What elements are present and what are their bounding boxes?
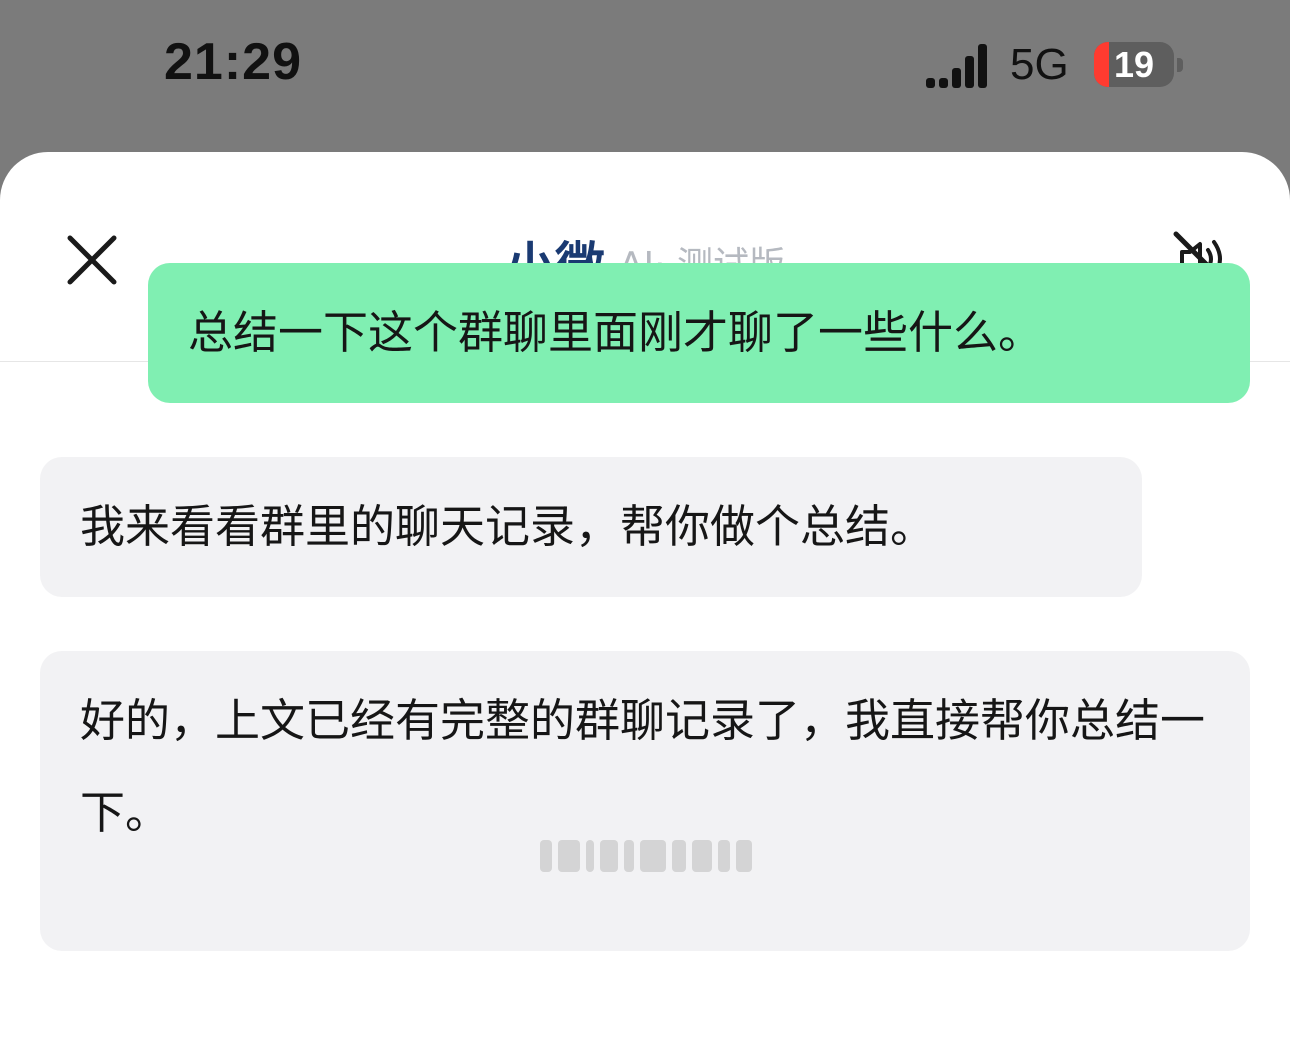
battery-icon: 19 [1094, 42, 1174, 87]
battery-level-text: 19 [1113, 44, 1155, 85]
battery-cap [1177, 58, 1183, 72]
watermark [540, 836, 754, 876]
assistant-message-bubble: 我来看看群里的聊天记录，帮你做个总结。 [40, 457, 1142, 597]
status-bar: 21:29 5G 19 [0, 0, 1290, 152]
user-message-bubble: 总结一下这个群聊里面刚才聊了一些什么。 [148, 263, 1250, 403]
assistant-message-bubble: 好的，上文已经有完整的群聊记录了，我直接帮你总结一下。 [40, 651, 1250, 951]
signal-bars-icon [926, 42, 990, 88]
network-type: 5G [1010, 40, 1069, 89]
status-time: 21:29 [164, 33, 302, 91]
